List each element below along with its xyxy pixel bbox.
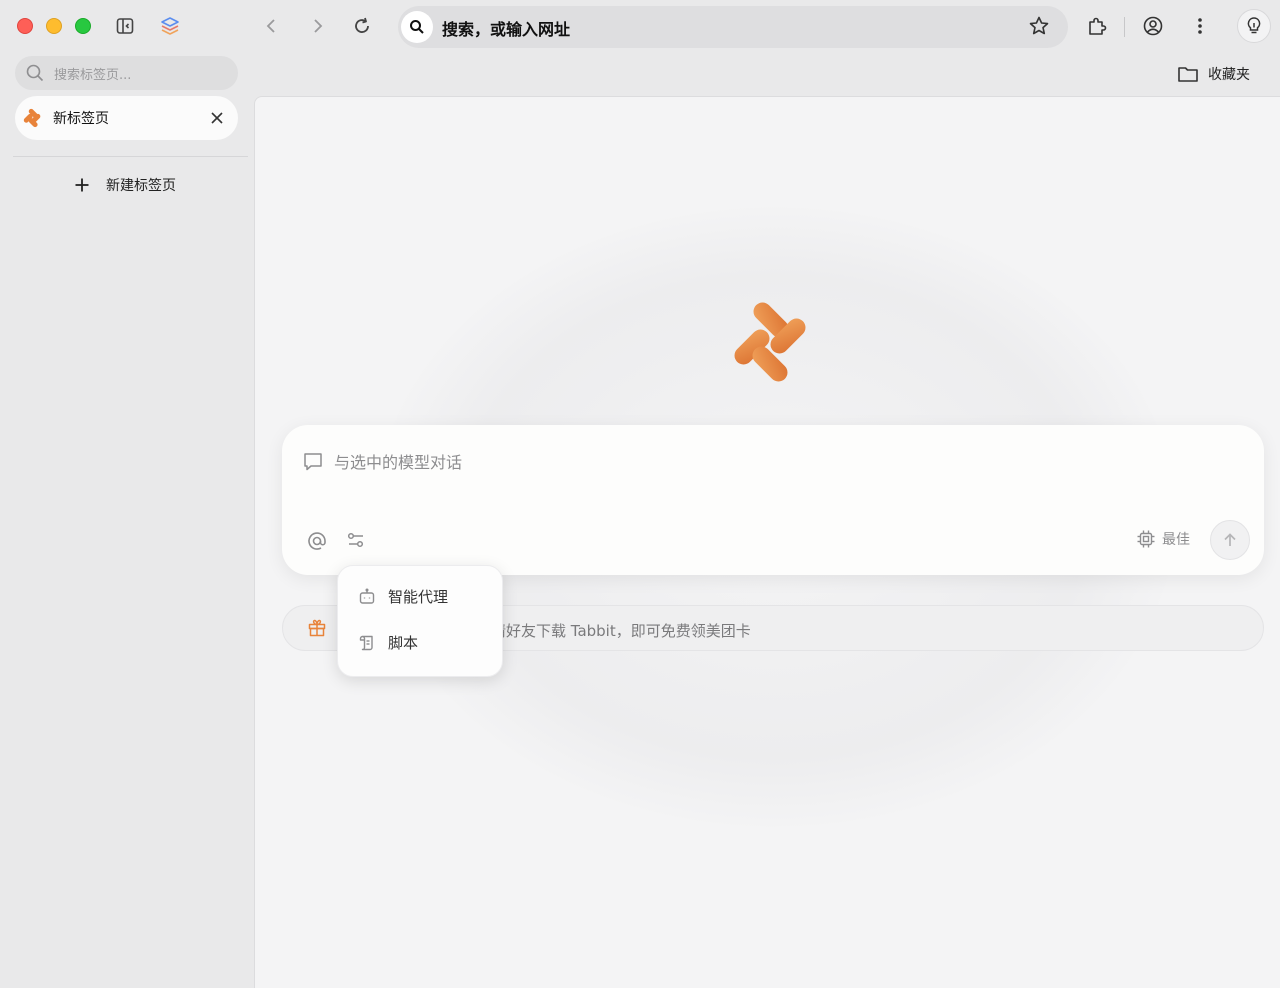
arrow-up-icon (1224, 533, 1236, 546)
reload-button[interactable] (348, 12, 376, 40)
forward-button[interactable] (303, 12, 331, 40)
close-window-button[interactable] (17, 18, 33, 34)
star-icon (1029, 16, 1049, 35)
folder-icon (1178, 67, 1198, 82)
tab-search-input[interactable]: 搜索标签页... (15, 56, 238, 90)
close-icon (211, 112, 223, 124)
chat-placeholder: 与选中的模型对话 (334, 453, 463, 472)
bookmark-star-button[interactable] (1028, 15, 1050, 41)
minimize-window-button[interactable] (46, 18, 62, 34)
new-tab-page: 与选中的模型对话 最佳 请好友下载 Tabbit，即可免费领美团卡 智能代理 脚… (254, 96, 1280, 988)
chip-icon (1137, 530, 1155, 548)
chat-input[interactable]: 与选中的模型对话 (302, 449, 462, 473)
chevron-left-icon (266, 19, 275, 33)
tabbit-logo (734, 302, 806, 382)
back-button[interactable] (258, 12, 286, 40)
dropdown-item-label: 脚本 (388, 634, 419, 652)
mention-button[interactable] (306, 530, 328, 556)
dropdown-item-label: 智能代理 (388, 588, 449, 606)
assistant-button[interactable] (1237, 9, 1271, 43)
model-selector[interactable]: 最佳 (1136, 529, 1190, 549)
dropdown-item-script[interactable]: 脚本 (358, 632, 418, 653)
plus-icon (75, 178, 89, 192)
search-icon (410, 20, 424, 34)
sidebar-toggle-button[interactable] (111, 12, 139, 40)
address-bar[interactable]: 搜索，或输入网址 (398, 6, 1068, 48)
robot-icon (359, 588, 375, 604)
spaces-button[interactable] (156, 12, 184, 40)
maximize-window-button[interactable] (75, 18, 91, 34)
lightbulb-icon (1247, 17, 1261, 34)
at-sign-icon (308, 532, 326, 550)
address-text[interactable]: 搜索，或输入网址 (442, 16, 570, 40)
gift-icon (308, 619, 326, 637)
search-icon (26, 64, 44, 82)
favorites-button[interactable]: 收藏夹 (1177, 64, 1250, 84)
sidebar-divider (13, 156, 248, 157)
promo-text: 请好友下载 Tabbit，即可免费领美团卡 (491, 622, 751, 640)
new-tab-label: 新建标签页 (106, 178, 176, 194)
dropdown-item-agent[interactable]: 智能代理 (358, 586, 448, 607)
chat-bubble-icon (304, 453, 322, 471)
send-button[interactable] (1210, 520, 1250, 560)
model-label: 最佳 (1162, 532, 1190, 548)
more-menu-button[interactable] (1186, 12, 1214, 40)
account-icon (1143, 16, 1163, 36)
script-icon (359, 635, 373, 650)
tabbit-logo-icon (23, 108, 41, 128)
tools-dropdown: 智能代理 脚本 (337, 565, 503, 677)
search-engine-button[interactable] (401, 11, 433, 43)
tab-title: 新标签页 (53, 111, 109, 127)
reload-icon (355, 17, 369, 33)
new-tab-button[interactable]: 新建标签页 (74, 175, 176, 195)
toolbar-divider (1124, 17, 1125, 37)
favorites-label: 收藏夹 (1208, 67, 1250, 83)
more-vertical-icon (1198, 18, 1202, 34)
tab-new-tab[interactable]: 新标签页 (15, 96, 238, 140)
sliders-icon (347, 532, 364, 548)
puzzle-icon (1089, 17, 1107, 35)
tab-close-button[interactable] (208, 109, 226, 127)
profile-button[interactable] (1139, 12, 1167, 40)
chevron-right-icon (314, 19, 323, 33)
extensions-button[interactable] (1083, 12, 1111, 40)
tools-button[interactable] (346, 530, 366, 554)
sidebar-toggle-icon (116, 18, 134, 34)
layers-icon (161, 17, 179, 35)
tab-search-placeholder: 搜索标签页... (54, 67, 132, 83)
chat-input-box[interactable]: 与选中的模型对话 最佳 (282, 425, 1264, 575)
